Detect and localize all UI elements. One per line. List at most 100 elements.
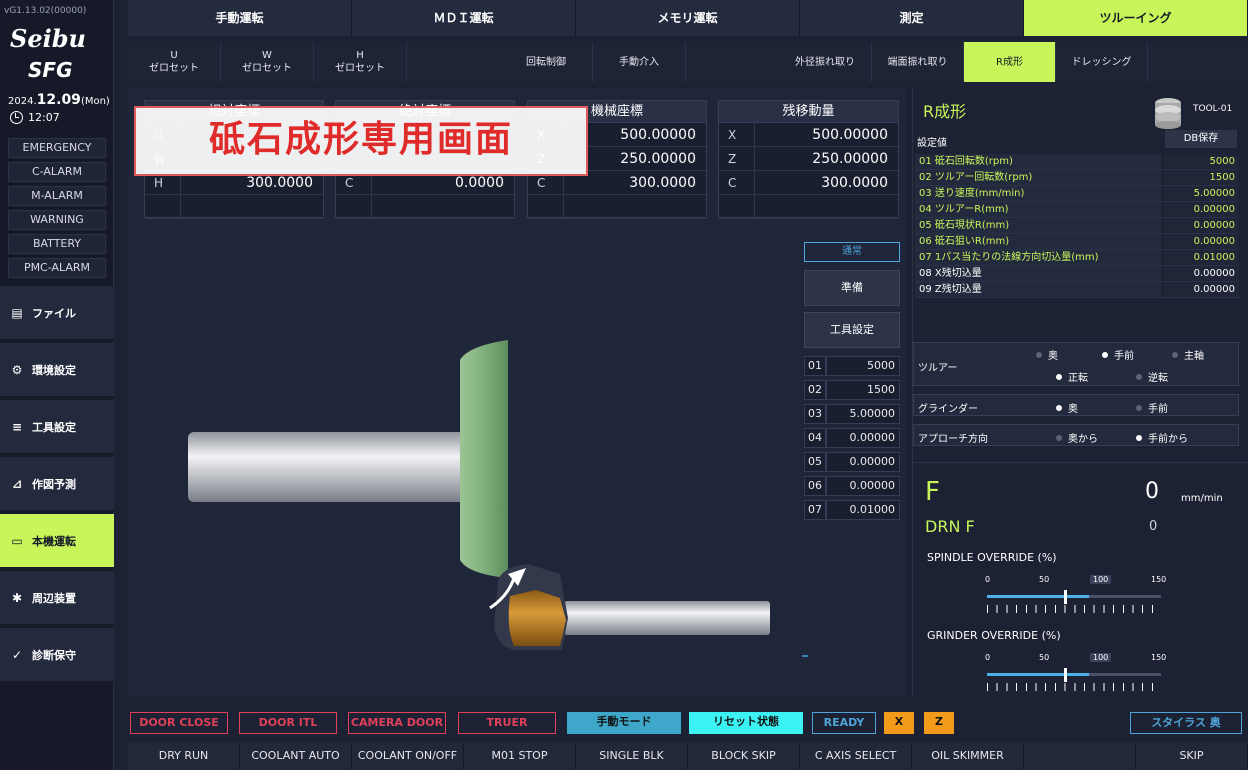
tab-memory[interactable]: メモリ運転: [576, 0, 800, 36]
param-row[interactable]: 05 砥石現状R(mm) 0.00000: [915, 218, 1239, 234]
setting-label: 設定値: [917, 138, 947, 149]
nav-plot-prediction[interactable]: ⊿ 作図予測: [0, 457, 114, 512]
param-row[interactable]: 01 砥石回転数(rpm) 5000: [915, 154, 1239, 170]
dry-run-button[interactable]: DRY RUN: [128, 742, 240, 770]
nav-label: 工具設定: [32, 420, 76, 434]
c-axis-select-button[interactable]: C AXIS SELECT: [800, 742, 912, 770]
u-zero-set-button[interactable]: U ゼロセット: [128, 42, 221, 82]
monitor-icon: ▭: [11, 533, 23, 548]
coord-value: 300.0000: [821, 175, 888, 191]
grinder-back-radio[interactable]: 奥: [1056, 400, 1078, 415]
truer-reverse-radio[interactable]: 逆転: [1136, 369, 1168, 384]
oil-skimmer-button[interactable]: OIL SKIMMER: [912, 742, 1024, 770]
tab-measure[interactable]: 測定: [800, 0, 1024, 36]
single-block-button[interactable]: SINGLE BLK: [576, 742, 688, 770]
radio-label: 正転: [1068, 373, 1088, 384]
coolant-auto-button[interactable]: COOLANT AUTO: [240, 742, 352, 770]
grinder-front-radio[interactable]: 手前: [1136, 400, 1168, 415]
param-row: 06 0.00000: [804, 476, 900, 496]
tab-mdi[interactable]: ＭＤＩ運転: [352, 0, 576, 36]
coord-axis: [719, 195, 755, 218]
approach-options: アプローチ方向 奥から 手前から: [913, 424, 1239, 446]
coord-axis: C: [719, 171, 755, 194]
tab-truing[interactable]: ツルーイング: [1024, 0, 1248, 36]
block-skip-button[interactable]: BLOCK SKIP: [688, 742, 800, 770]
coord-value: [755, 195, 898, 218]
coord-axis: Z: [719, 147, 755, 170]
param-row[interactable]: 03 送り速度(mm/min) 5.00000: [915, 186, 1239, 202]
param-row: 05 0.00000: [804, 452, 900, 472]
m01-stop-button[interactable]: M01 STOP: [464, 742, 576, 770]
param-row[interactable]: 04 ツルアーR(mm) 0.00000: [915, 202, 1239, 218]
radio-dot: [1056, 434, 1062, 441]
grinder-tick: 0: [985, 653, 991, 662]
coord-value: 500.00000: [812, 127, 888, 143]
nav-diagnostics[interactable]: ✓ 診断保守: [0, 628, 114, 683]
param-row[interactable]: 08 X残切込量 0.00000: [915, 266, 1239, 282]
spindle-override-slider[interactable]: [987, 590, 1161, 617]
approach-from-front-radio[interactable]: 手前から: [1136, 430, 1188, 445]
nav-label: 作図予測: [32, 477, 76, 491]
param-key: 03 送り速度(mm/min): [915, 186, 1163, 201]
param-no: 03: [804, 404, 826, 424]
truer-front-radio[interactable]: 手前: [1102, 347, 1134, 362]
coord-row: [719, 195, 898, 219]
database-icon: [1155, 98, 1181, 129]
slider-knob[interactable]: [1063, 668, 1067, 682]
nav-peripherals[interactable]: ✱ 周辺装置: [0, 571, 114, 626]
grinding-wheel: [460, 340, 508, 578]
param-value: 0.00000: [1163, 266, 1239, 281]
param-row: 02 1500: [804, 380, 900, 400]
rotation-control-button[interactable]: 回転制御: [500, 42, 593, 82]
r-forming-button[interactable]: R成形: [964, 42, 1056, 82]
prepare-button[interactable]: 準備: [804, 270, 900, 306]
tool-setting-button[interactable]: 工具設定: [804, 312, 900, 348]
radio-label: 手前: [1148, 404, 1168, 415]
coolant-onoff-button[interactable]: COOLANT ON/OFF: [352, 742, 464, 770]
manual-intervention-button[interactable]: 手動介入: [593, 42, 686, 82]
skip-button[interactable]: SKIP: [1136, 742, 1248, 770]
coord-row: C 300.0000: [719, 171, 898, 195]
param-key: 04 ツルアーR(mm): [915, 202, 1163, 217]
remaining-move-panel: 残移動量 X 500.00000 Z 250.00000 C 300.0000: [718, 100, 899, 219]
radio-label: 手前: [1114, 351, 1134, 362]
date-display: 2024.12.09(Mon): [8, 92, 110, 108]
param-no: 06: [804, 476, 826, 496]
nav-file[interactable]: ▤ ファイル: [0, 286, 114, 341]
param-no: 04: [804, 428, 826, 448]
param-row[interactable]: 06 砥石狙いR(mm) 0.00000: [915, 234, 1239, 250]
od-runout-button[interactable]: 外径振れ取り: [779, 42, 872, 82]
nav-tool-settings[interactable]: ≡ 工具設定: [0, 400, 114, 455]
nav-machine-operation[interactable]: ▭ 本機運転: [0, 514, 114, 569]
mode-badge: 通常: [804, 242, 900, 262]
param-row[interactable]: 02 ツルアー回転数(rpm) 1500: [915, 170, 1239, 186]
spindle-tick: 150: [1151, 575, 1167, 584]
face-runout-button[interactable]: 端面振れ取り: [872, 42, 964, 82]
param-no: 01: [804, 356, 826, 376]
db-save-button[interactable]: DB保存: [1165, 130, 1237, 148]
param-key: 01 砥石回転数(rpm): [915, 154, 1163, 169]
radio-dot: [1056, 373, 1062, 380]
coord-axis: [528, 195, 564, 218]
truer-back-radio[interactable]: 奥: [1036, 347, 1058, 362]
slider-knob[interactable]: [1063, 590, 1067, 604]
nav-env-settings[interactable]: ⚙ 環境設定: [0, 343, 114, 398]
grinder-label: グラインダー: [918, 404, 978, 415]
x-axis-indicator: X: [884, 712, 914, 734]
truer-forward-radio[interactable]: 正転: [1056, 369, 1088, 384]
tab-manual[interactable]: 手動運転: [128, 0, 352, 36]
w-zero-set-button[interactable]: W ゼロセット: [221, 42, 314, 82]
param-row[interactable]: 09 Z残切込量 0.00000: [915, 282, 1239, 298]
grinder-tick: 150: [1151, 653, 1167, 662]
alarm-pmc: PMC-ALARM: [8, 258, 106, 278]
approach-from-back-radio[interactable]: 奥から: [1056, 430, 1098, 445]
grinder-override-slider[interactable]: [987, 668, 1161, 695]
dressing-button[interactable]: ドレッシング: [1056, 42, 1148, 82]
param-value: 5.00000: [1163, 186, 1239, 201]
truer-spindle-radio[interactable]: 主軸: [1172, 347, 1204, 362]
h-zero-set-button[interactable]: H ゼロセット: [314, 42, 407, 82]
param-key: 05 砥石現状R(mm): [915, 218, 1163, 233]
empty-function-button[interactable]: [1024, 742, 1136, 770]
grinder-options: グラインダー 奥 手前: [913, 394, 1239, 416]
param-row[interactable]: 07 1パス当たりの法線方向切込量(mm) 0.01000: [915, 250, 1239, 266]
